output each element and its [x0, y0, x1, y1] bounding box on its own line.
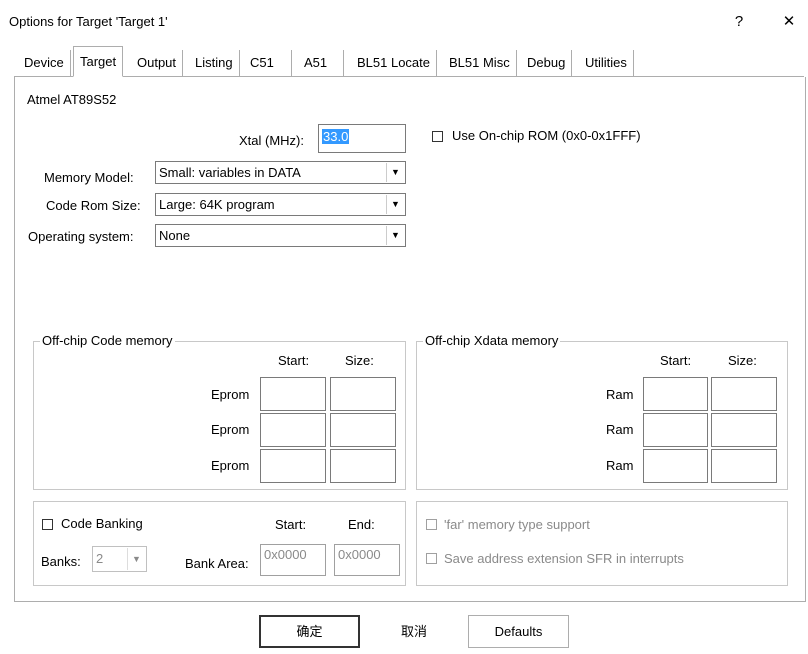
ram-size-input-3[interactable]	[711, 449, 777, 483]
ram-start-input-2[interactable]	[643, 413, 708, 447]
tab-listing[interactable]: Listing	[189, 50, 240, 76]
bank-end-header: End:	[348, 517, 375, 532]
banks-value: 2	[96, 551, 104, 566]
ram-start-input-3[interactable]	[643, 449, 708, 483]
window-title: Options for Target 'Target 1'	[9, 14, 168, 29]
xtal-value: 33.0	[322, 129, 350, 144]
operating-system-label: Operating system:	[28, 229, 134, 244]
eprom-start-input-1[interactable]	[260, 377, 326, 411]
banks-label: Banks:	[41, 554, 81, 569]
chevron-down-icon: ▼	[386, 195, 404, 214]
ram-label-3: Ram	[606, 458, 634, 473]
close-button[interactable]: ✕	[777, 10, 801, 34]
code-rom-size-label: Code Rom Size:	[46, 198, 141, 213]
use-onchip-rom-checkbox[interactable]	[432, 131, 443, 142]
eprom-size-input-3[interactable]	[330, 449, 396, 483]
chevron-down-icon: ▼	[386, 226, 404, 245]
offchip-code-title: Off-chip Code memory	[40, 333, 175, 348]
tab-output[interactable]: Output	[131, 50, 184, 76]
banks-select[interactable]: 2 ▼	[92, 546, 147, 572]
tab-debug[interactable]: Debug	[521, 50, 573, 76]
tab-c51[interactable]: C51	[244, 50, 292, 76]
eprom-label-2: Eprom	[211, 422, 250, 437]
eprom-start-input-2[interactable]	[260, 413, 326, 447]
help-button[interactable]: ?	[727, 10, 751, 34]
ram-label-2: Ram	[606, 422, 634, 437]
operating-system-select[interactable]: None ▼	[155, 224, 406, 247]
xtal-input[interactable]: 33.0	[318, 124, 406, 153]
ram-label-1: Ram	[606, 387, 634, 402]
offchip-xdata-start-header: Start:	[660, 353, 692, 368]
chevron-down-icon: ▼	[386, 163, 404, 182]
bank-area-start-input[interactable]: 0x0000	[260, 544, 326, 576]
ram-start-input-1[interactable]	[643, 377, 708, 411]
eprom-size-input-1[interactable]	[330, 377, 396, 411]
tab-target[interactable]: Target	[73, 46, 124, 77]
ram-size-input-2[interactable]	[711, 413, 777, 447]
bank-start-header: Start:	[275, 517, 307, 532]
far-memory-checkbox[interactable]	[426, 519, 437, 530]
offchip-code-size-header: Size:	[345, 353, 374, 368]
code-banking-label: Code Banking	[61, 516, 143, 531]
bank-area-end-input[interactable]: 0x0000	[334, 544, 400, 576]
cancel-button[interactable]: 取消	[365, 615, 463, 648]
bank-area-end-value: 0x0000	[338, 547, 381, 562]
device-name: Atmel AT89S52	[27, 92, 117, 107]
save-sfr-checkbox[interactable]	[426, 553, 437, 564]
far-memory-label: 'far' memory type support	[444, 517, 590, 532]
operating-system-value: None	[159, 228, 191, 243]
offchip-xdata-size-header: Size:	[728, 353, 757, 368]
defaults-button[interactable]: Defaults	[468, 615, 569, 648]
tab-device[interactable]: Device	[18, 50, 71, 76]
ram-size-input-1[interactable]	[711, 377, 777, 411]
xtal-label: Xtal (MHz):	[239, 133, 304, 148]
eprom-label-1: Eprom	[211, 387, 250, 402]
eprom-start-input-3[interactable]	[260, 449, 326, 483]
far-memory-group	[416, 501, 788, 586]
tab-bl51-locate[interactable]: BL51 Locate	[351, 50, 438, 76]
chevron-down-icon: ▼	[127, 548, 145, 570]
code-rom-size-select[interactable]: Large: 64K program ▼	[155, 193, 406, 216]
tab-utilities[interactable]: Utilities	[579, 50, 634, 76]
tab-a51[interactable]: A51	[298, 50, 344, 76]
bank-area-start-value: 0x0000	[264, 547, 307, 562]
memory-model-value: Small: variables in DATA	[159, 165, 301, 180]
code-banking-checkbox[interactable]	[42, 519, 53, 530]
eprom-size-input-2[interactable]	[330, 413, 396, 447]
bank-area-label: Bank Area:	[185, 556, 249, 571]
save-sfr-label: Save address extension SFR in interrupts	[444, 551, 684, 566]
use-onchip-rom-label: Use On-chip ROM (0x0-0x1FFF)	[452, 128, 641, 143]
ok-button[interactable]: 确定	[259, 615, 360, 648]
offchip-code-start-header: Start:	[278, 353, 310, 368]
memory-model-select[interactable]: Small: variables in DATA ▼	[155, 161, 406, 184]
tab-bl51-misc[interactable]: BL51 Misc	[443, 50, 517, 76]
memory-model-label: Memory Model:	[44, 170, 134, 185]
offchip-xdata-title: Off-chip Xdata memory	[423, 333, 561, 348]
code-rom-size-value: Large: 64K program	[159, 197, 275, 212]
eprom-label-3: Eprom	[211, 458, 250, 473]
